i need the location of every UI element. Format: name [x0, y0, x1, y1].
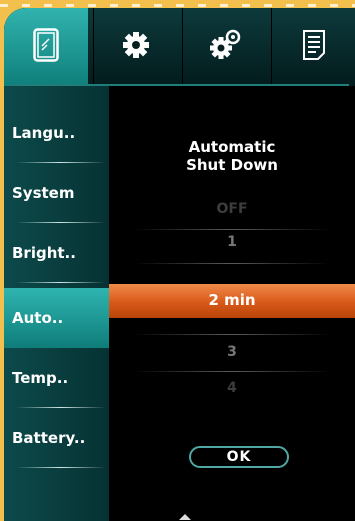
scroll-up-arrow-icon[interactable]: [179, 514, 191, 520]
sidebar-item-language[interactable]: Langu..: [4, 103, 109, 163]
sidebar-item-label: Auto..: [12, 309, 64, 327]
sidebar-item-system[interactable]: System: [4, 163, 109, 223]
settings-sidebar: Langu.. System Bright.. Auto.. Temp.. Ba…: [4, 86, 112, 521]
phone-screen-icon: [33, 28, 59, 66]
option-3[interactable]: 3: [109, 344, 355, 360]
top-tab-bar: [4, 8, 355, 86]
sidebar-item-label: Bright..: [12, 244, 76, 262]
tab-advanced-settings[interactable]: [182, 8, 267, 86]
gears-icon: [208, 29, 242, 65]
tab-display[interactable]: [4, 8, 88, 86]
sidebar-item-label: Battery..: [12, 429, 86, 447]
document-icon: [302, 29, 326, 65]
sidebar-item-brightness[interactable]: Bright..: [4, 223, 109, 283]
sidebar-item-label: System: [12, 184, 75, 202]
tab-settings[interactable]: [93, 8, 178, 86]
gear-icon: [121, 30, 151, 64]
panel-title: Automatic Shut Down: [186, 138, 278, 174]
sidebar-item-label: Temp..: [12, 369, 69, 387]
option-divider: [134, 371, 330, 372]
sidebar-item-temperature[interactable]: Temp..: [4, 348, 109, 408]
option-divider: [134, 263, 330, 264]
tab-info[interactable]: [271, 8, 355, 86]
option-off[interactable]: OFF: [109, 201, 355, 217]
sidebar-item-battery[interactable]: Battery..: [4, 408, 109, 468]
sidebar-item-label: Langu..: [12, 124, 76, 142]
device-screen: Langu.. System Bright.. Auto.. Temp.. Ba…: [4, 8, 355, 521]
ok-button[interactable]: OK: [189, 446, 289, 468]
auto-shutdown-panel: Automatic Shut Down OFF 1 2 min 3 4 OK: [109, 86, 355, 521]
option-1[interactable]: 1: [109, 234, 355, 250]
option-divider: [134, 229, 330, 230]
selected-option-label: 2 min: [208, 291, 256, 309]
sidebar-item-auto-shutdown[interactable]: Auto..: [4, 288, 112, 348]
option-divider: [134, 334, 330, 335]
decorative-dashes: [0, 4, 355, 7]
option-4[interactable]: 4: [109, 380, 355, 396]
